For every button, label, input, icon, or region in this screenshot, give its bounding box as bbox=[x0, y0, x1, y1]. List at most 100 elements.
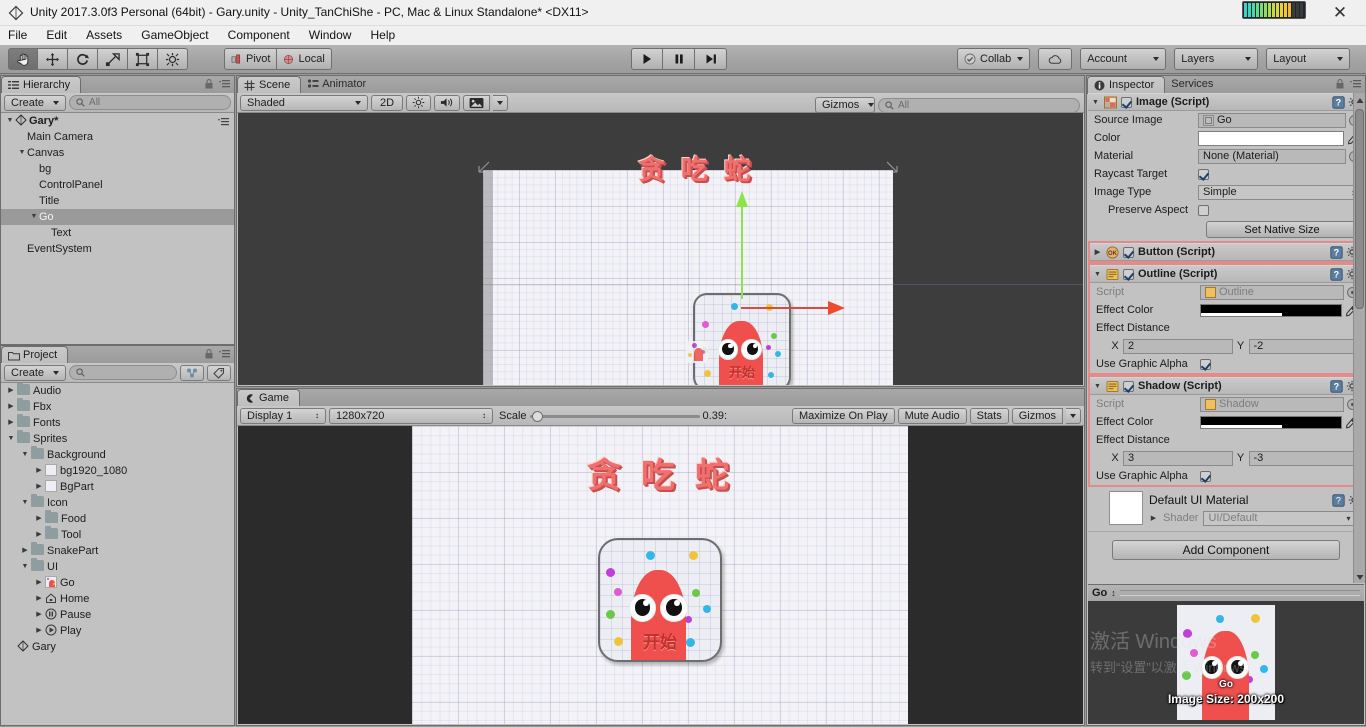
component-header[interactable]: ▼ Outline (Script)? bbox=[1090, 265, 1362, 283]
project-item-food[interactable]: ▶ Food bbox=[1, 510, 234, 527]
local-toggle-button[interactable]: Local bbox=[277, 48, 332, 70]
preview-body[interactable]: Go Image Size: 200x200 bbox=[1088, 601, 1364, 724]
menu-item-file[interactable]: File bbox=[0, 26, 35, 44]
game-stats-toggle[interactable]: Stats bbox=[969, 407, 1009, 424]
project-item-tool[interactable]: ▶ Tool bbox=[1, 526, 234, 543]
game-mute-audio-toggle[interactable]: Mute Audio bbox=[897, 407, 967, 424]
help-book-icon[interactable]: ? bbox=[1330, 379, 1343, 393]
project-item-sprites[interactable]: ▼ Sprites bbox=[1, 430, 234, 447]
disclosure-triangle-down-icon[interactable]: ▼ bbox=[17, 145, 27, 161]
project-item-background[interactable]: ▼ Background bbox=[1, 446, 234, 463]
menu-item-component[interactable]: Component bbox=[220, 26, 298, 44]
help-book-icon[interactable]: ? bbox=[1332, 95, 1345, 109]
project-item-bgpart[interactable]: ▶ BgPart bbox=[1, 479, 234, 495]
project-search-input[interactable] bbox=[69, 365, 177, 380]
help-book-icon[interactable]: ? bbox=[1332, 493, 1345, 507]
inspector-component-list[interactable]: ▼ Image (Script)? Source Image Go Color Mater… bbox=[1088, 93, 1364, 583]
tab-hierarchy[interactable]: Hierarchy bbox=[1, 76, 82, 94]
panel-menu-icon[interactable] bbox=[219, 348, 231, 360]
disclosure-triangle-down-icon[interactable]: ▼ bbox=[1091, 99, 1100, 106]
game-scale-slider[interactable] bbox=[529, 409, 700, 423]
checkbox-use-graphic-alpha[interactable] bbox=[1200, 470, 1211, 482]
project-item-go[interactable]: ▶ Go bbox=[1, 575, 234, 591]
play-button[interactable] bbox=[631, 48, 663, 70]
menu-item-assets[interactable]: Assets bbox=[78, 26, 130, 44]
project-item-pause[interactable]: ▶ Pause bbox=[1, 607, 234, 623]
menu-item-edit[interactable]: Edit bbox=[38, 26, 75, 44]
hierarchy-item-go[interactable]: ▼ Go bbox=[1, 209, 234, 225]
disclosure-triangle-down-icon[interactable]: ▼ bbox=[5, 113, 15, 129]
hand-tool-button[interactable] bbox=[8, 48, 38, 70]
preview-updown-icon[interactable]: ↕ bbox=[1111, 588, 1116, 598]
disclosure-triangle-right-icon[interactable]: ▶ bbox=[1093, 248, 1102, 256]
checkbox-use-graphic-alpha[interactable] bbox=[1200, 358, 1211, 370]
object-field-source-image[interactable]: Go bbox=[1198, 112, 1346, 128]
input-x[interactable]: 3 bbox=[1123, 450, 1233, 466]
disclosure-triangle-right-icon[interactable]: ▶ bbox=[33, 591, 45, 607]
canvas-handle-tr[interactable] bbox=[886, 161, 898, 173]
project-filter-by-type-button[interactable] bbox=[180, 364, 204, 381]
project-item-bg1920-1080[interactable]: ▶ bg1920_1080 bbox=[1, 463, 234, 479]
pause-button[interactable] bbox=[663, 48, 695, 70]
menu-item-help[interactable]: Help bbox=[363, 26, 404, 44]
disclosure-triangle-right-icon[interactable]: ▶ bbox=[33, 607, 45, 623]
disclosure-triangle-right-icon[interactable]: ▶ bbox=[33, 575, 45, 591]
project-item-gary[interactable]: Gary bbox=[1, 639, 234, 655]
disclosure-triangle-right-icon[interactable]: ▶ bbox=[33, 527, 45, 543]
game-resolution-dropdown[interactable]: 1280x720 ↕ bbox=[329, 407, 493, 424]
hierarchy-item-title[interactable]: Title bbox=[1, 193, 234, 209]
hierarchy-search-input[interactable]: All bbox=[69, 95, 231, 110]
menu-item-window[interactable]: Window bbox=[301, 26, 360, 44]
project-item-snakepart[interactable]: ▶ SnakePart bbox=[1, 542, 234, 559]
color-field-effect-color[interactable] bbox=[1200, 303, 1342, 317]
disclosure-triangle-down-icon[interactable]: ▼ bbox=[19, 559, 31, 575]
hierarchy-tree[interactable]: ▼ Gary* Main Camera ▼ Canvas bg ControlPanel Ti… bbox=[1, 113, 234, 344]
script-field-script[interactable]: Shadow bbox=[1200, 396, 1344, 412]
disclosure-triangle-down-icon[interactable]: ▼ bbox=[5, 431, 17, 447]
hierarchy-item-bg[interactable]: bg bbox=[1, 161, 234, 177]
project-item-audio[interactable]: ▶ Audio bbox=[1, 383, 234, 399]
add-component-button[interactable]: Add Component bbox=[1112, 540, 1340, 560]
help-book-icon[interactable]: ? bbox=[1330, 245, 1343, 259]
pivot-toggle-button[interactable]: Pivot bbox=[224, 48, 278, 70]
component-enabled-checkbox[interactable] bbox=[1121, 96, 1132, 108]
game-gizmos-dropdown[interactable] bbox=[1066, 407, 1081, 424]
component-header[interactable]: ▶ OK Button (Script)? bbox=[1090, 243, 1362, 261]
tab-animator[interactable]: Animator bbox=[301, 76, 376, 93]
project-item-ui[interactable]: ▼ UI bbox=[1, 558, 234, 575]
gizmo-x-axis-arrow[interactable] bbox=[828, 301, 845, 315]
component-enabled-checkbox[interactable] bbox=[1123, 246, 1134, 258]
disclosure-triangle-down-icon[interactable]: ▼ bbox=[19, 447, 31, 463]
hierarchy-create-button[interactable]: Create bbox=[4, 94, 67, 111]
scroll-down-arrow[interactable] bbox=[1356, 572, 1364, 580]
layers-button[interactable]: Layers bbox=[1174, 48, 1259, 70]
account-button[interactable]: Account bbox=[1080, 48, 1167, 70]
hierarchy-item-canvas[interactable]: ▼ Canvas bbox=[1, 145, 234, 161]
panel-menu-icon[interactable] bbox=[219, 78, 231, 90]
checkbox-preserve-aspect[interactable] bbox=[1198, 204, 1209, 216]
disclosure-triangle-right-icon[interactable]: ▶ bbox=[5, 415, 17, 431]
hierarchy-item-eventsystem[interactable]: EventSystem bbox=[1, 241, 234, 257]
project-item-fbx[interactable]: ▶ Fbx bbox=[1, 398, 234, 415]
scene-effects-toggle[interactable] bbox=[463, 94, 491, 111]
tab-project[interactable]: Project bbox=[1, 346, 69, 364]
disclosure-triangle-right-icon[interactable]: ▶ bbox=[5, 399, 17, 415]
scene-gizmos-dropdown[interactable]: Gizmos bbox=[815, 97, 875, 113]
tab-services[interactable]: Services bbox=[1165, 76, 1223, 93]
scene-2d-toggle[interactable]: 2D bbox=[371, 94, 404, 111]
tab-scene[interactable]: Scene bbox=[237, 76, 302, 94]
color-field-color[interactable] bbox=[1198, 130, 1344, 146]
set-native-size-button[interactable]: Set Native Size bbox=[1206, 221, 1358, 238]
move-tool-button[interactable] bbox=[38, 48, 68, 70]
lock-icon[interactable] bbox=[1334, 78, 1346, 90]
scene-audio-toggle[interactable] bbox=[434, 94, 461, 111]
project-create-button[interactable]: Create bbox=[4, 364, 67, 381]
rotate-tool-button[interactable] bbox=[68, 48, 98, 70]
component-enabled-checkbox[interactable] bbox=[1123, 380, 1134, 392]
disclosure-triangle-down-icon[interactable]: ▼ bbox=[1093, 383, 1102, 390]
collab-button[interactable]: Collab bbox=[957, 48, 1031, 70]
disclosure-triangle-right-icon[interactable]: ▶ bbox=[33, 479, 45, 495]
combined-transform-tool-button[interactable] bbox=[158, 48, 188, 70]
game-gizmos-toggle[interactable]: Gizmos bbox=[1011, 407, 1063, 424]
checkbox-raycast-target[interactable] bbox=[1198, 168, 1209, 180]
